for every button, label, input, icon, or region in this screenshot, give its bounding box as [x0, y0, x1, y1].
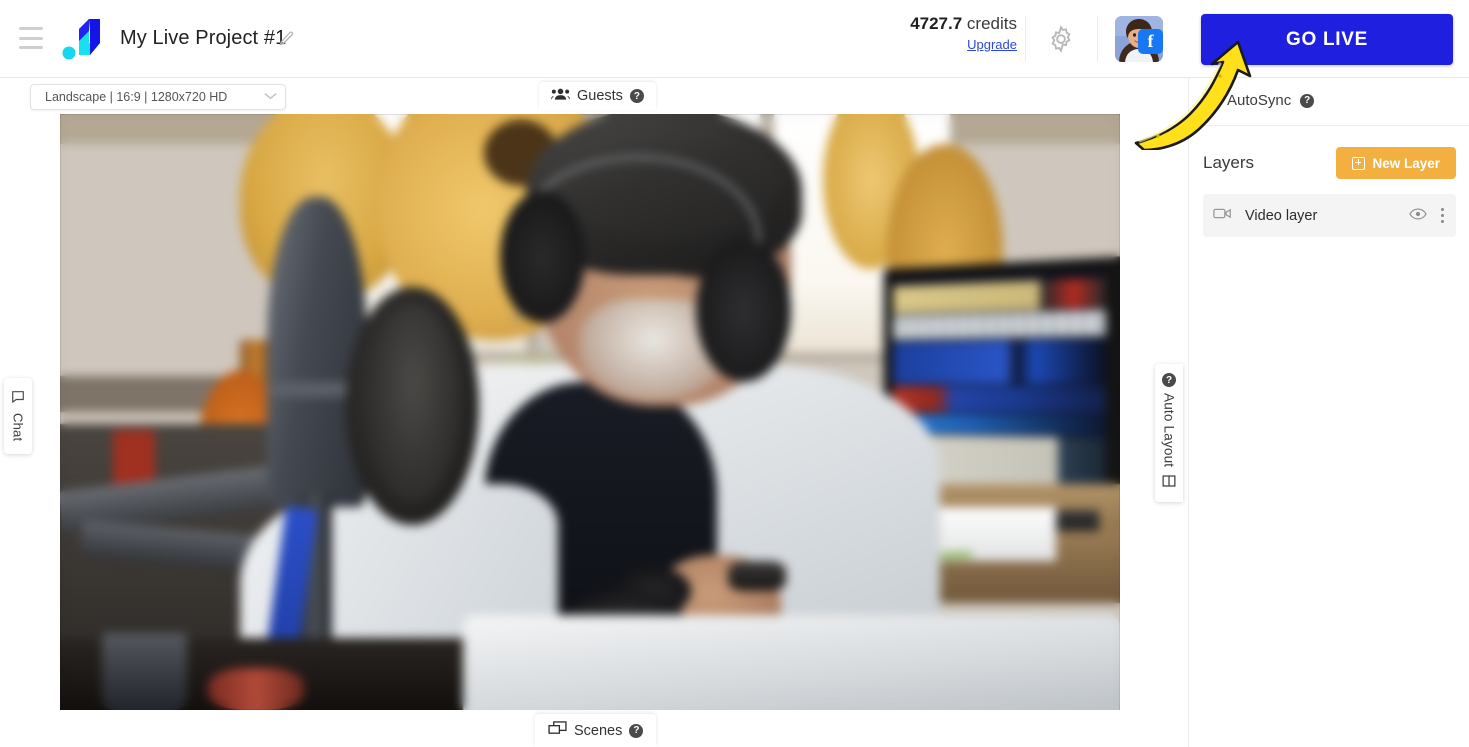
video-blur-overlay: [60, 114, 1120, 710]
autosync-row[interactable]: AutoSync ?: [1203, 92, 1315, 109]
chat-bubble-icon: [11, 390, 25, 409]
upgrade-link[interactable]: Upgrade: [967, 37, 1017, 52]
autosync-checkbox[interactable]: [1203, 93, 1218, 108]
format-select-value: Landscape | 16:9 | 1280x720 HD: [45, 90, 228, 104]
help-icon[interactable]: ?: [629, 723, 644, 738]
guests-label: Guests: [577, 88, 623, 104]
autosync-label: AutoSync: [1227, 92, 1292, 109]
auto-layout-tab[interactable]: ? Auto Layout: [1155, 364, 1183, 502]
hamburger-icon[interactable]: [19, 27, 43, 49]
divider: [1189, 125, 1469, 126]
page-title: My Live Project #1: [120, 27, 287, 49]
credits-block: 4727.7 credits Upgrade: [885, 14, 1017, 54]
scenes-icon: [548, 721, 567, 740]
credits-line: 4727.7 credits: [885, 14, 1017, 34]
facebook-badge-icon: f: [1138, 29, 1163, 54]
pencil-icon[interactable]: [277, 30, 295, 48]
layout-grid-icon: [1162, 474, 1176, 493]
help-icon[interactable]: ?: [629, 89, 644, 103]
video-preview-canvas[interactable]: [60, 114, 1120, 710]
plus-square-icon: [1352, 156, 1366, 170]
kebab-menu-icon[interactable]: [1439, 206, 1446, 225]
hamburger-bar: [19, 46, 43, 49]
chat-tab-label: Chat: [10, 413, 26, 442]
auto-layout-tab-label: Auto Layout: [1161, 393, 1177, 468]
divider: [1025, 16, 1026, 62]
scenes-button[interactable]: Scenes ?: [535, 714, 657, 747]
video-camera-icon: [1213, 207, 1233, 225]
new-layer-label: New Layer: [1372, 155, 1440, 171]
layer-name: Video layer: [1245, 207, 1318, 224]
new-layer-button[interactable]: New Layer: [1336, 147, 1456, 179]
chat-tab[interactable]: Chat: [4, 378, 32, 454]
app-header: My Live Project #1 4727.7 credits Upgrad…: [0, 0, 1469, 78]
go-live-button[interactable]: GO LIVE: [1201, 14, 1453, 65]
help-icon[interactable]: ?: [1162, 373, 1176, 388]
gear-icon[interactable]: [1046, 24, 1076, 54]
layers-title: Layers: [1203, 153, 1255, 172]
stage-area: [0, 114, 1188, 747]
divider: [1097, 16, 1098, 62]
hamburger-bar: [19, 36, 43, 40]
chevron-down-icon: [264, 91, 277, 103]
layer-list-item[interactable]: Video layer: [1203, 194, 1456, 237]
help-icon[interactable]: ?: [1300, 93, 1315, 108]
right-panel: AutoSync ? Layers New Layer Video layer: [1188, 78, 1469, 747]
layers-header: Layers New Layer: [1189, 138, 1469, 188]
people-icon: [551, 87, 570, 105]
guests-button[interactable]: Guests ?: [539, 82, 656, 110]
hamburger-bar: [19, 27, 43, 30]
layer-actions: [1409, 206, 1446, 225]
credits-label: credits: [966, 14, 1017, 33]
format-select[interactable]: Landscape | 16:9 | 1280x720 HD: [30, 84, 286, 110]
eye-icon[interactable]: [1409, 207, 1427, 225]
scenes-label: Scenes: [574, 722, 623, 739]
credits-value: 4727.7: [910, 14, 963, 33]
brand-logo-icon[interactable]: [60, 13, 112, 65]
